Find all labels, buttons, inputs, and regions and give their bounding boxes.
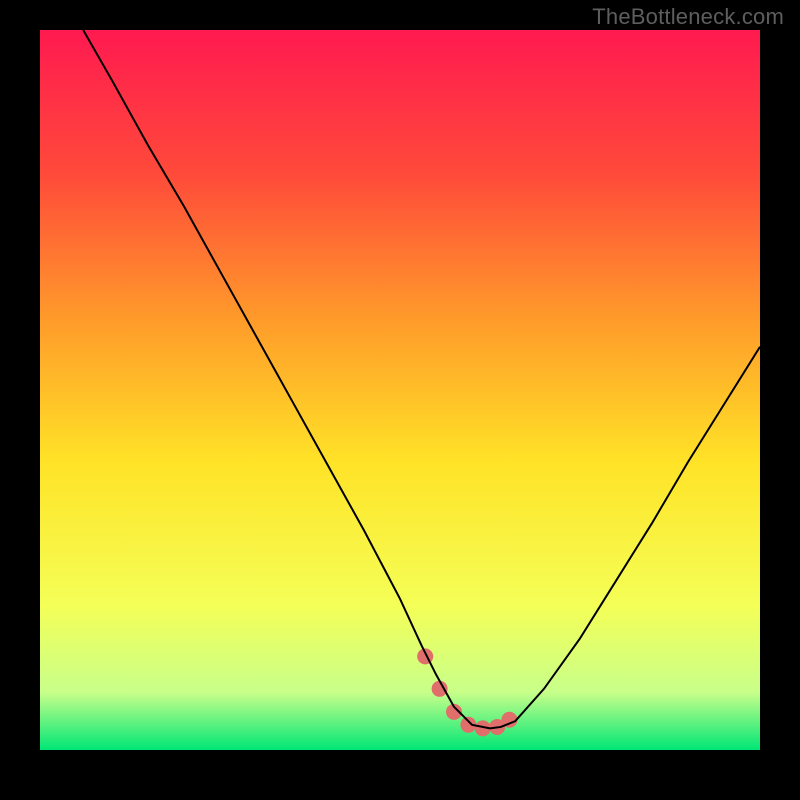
chart-container: TheBottleneck.com <box>0 0 800 800</box>
watermark-text: TheBottleneck.com <box>592 4 784 30</box>
chart-svg <box>40 30 760 750</box>
gradient-bg <box>40 30 760 750</box>
plot-area <box>40 30 760 750</box>
marker-dot <box>432 681 448 697</box>
